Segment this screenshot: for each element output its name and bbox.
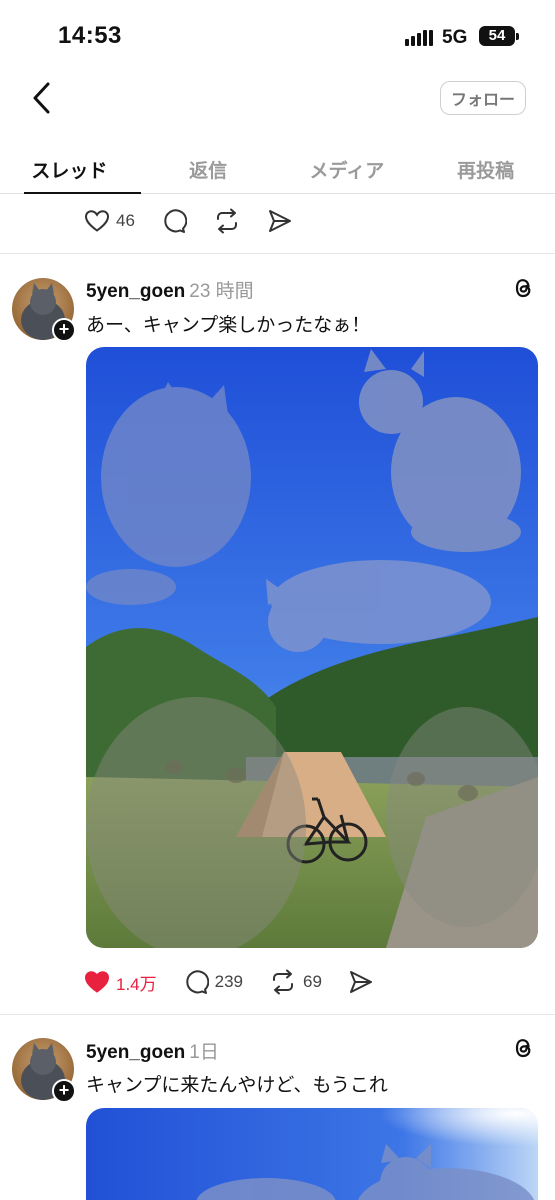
post-time: 1日 [189, 1042, 219, 1063]
like-count: 1.4万 [116, 974, 157, 994]
post-actions: 1.4万 239 69 [84, 968, 400, 996]
status-time: 14:53 [58, 22, 122, 49]
follow-plus-icon[interactable]: + [52, 1079, 76, 1103]
prev-post-actions: 46 [84, 207, 319, 235]
username[interactable]: 5yen_goen [86, 281, 185, 302]
tab-reposts[interactable]: 再投稿 [416, 140, 555, 193]
follow-plus-icon[interactable]: + [52, 318, 76, 342]
heart-filled-icon [84, 971, 110, 993]
reply-count: 239 [214, 972, 244, 991]
like-button[interactable]: 1.4万 [84, 970, 157, 995]
repost-button[interactable] [213, 208, 241, 234]
threads-logo-icon[interactable] [510, 1035, 536, 1061]
post-header: 5yen_goen 1日 [86, 1037, 219, 1064]
heart-icon [84, 210, 110, 232]
like-button[interactable]: 46 [84, 209, 135, 233]
repost-icon [216, 208, 237, 234]
signal-icon [405, 30, 433, 46]
post-header: 5yen_goen 23 時間 [86, 276, 254, 303]
share-button[interactable] [348, 969, 374, 995]
post-image[interactable] [86, 347, 538, 948]
follow-button[interactable]: フォロー [440, 81, 526, 115]
back-chevron-icon[interactable] [28, 80, 58, 116]
post-divider [0, 1014, 555, 1015]
threads-logo-icon[interactable] [510, 275, 536, 301]
tab-replies[interactable]: 返信 [139, 140, 278, 193]
tab-threads[interactable]: スレッド [0, 140, 141, 194]
comment-icon [185, 970, 209, 994]
battery-icon: 54 [479, 26, 519, 46]
repost-count: 69 [303, 972, 322, 991]
post-text: キャンプに来たんやけど、もうこれ [86, 1075, 388, 1096]
sky-cat-image [86, 1108, 538, 1200]
repost-button[interactable]: 69 [269, 969, 322, 995]
share-button[interactable] [267, 208, 293, 234]
share-icon [349, 971, 372, 993]
like-count: 46 [116, 211, 135, 230]
share-icon [268, 210, 291, 232]
username[interactable]: 5yen_goen [86, 1042, 185, 1063]
comment-button[interactable] [161, 208, 187, 234]
post-time: 23 時間 [189, 281, 254, 302]
camp-cats-image [86, 347, 538, 948]
post-image[interactable] [86, 1108, 538, 1200]
network-label: 5G [442, 27, 468, 48]
post-divider [0, 253, 555, 254]
post-text: あー、キャンプ楽しかったなぁ！ [86, 315, 371, 336]
profile-tabs: スレッド 返信 メディア 再投稿 [0, 140, 555, 194]
repost-icon [273, 969, 294, 995]
tab-media[interactable]: メディア [278, 140, 417, 193]
comment-button[interactable]: 239 [183, 969, 243, 995]
comment-icon [164, 209, 187, 233]
status-bar: 14:53 5G 54 [0, 0, 555, 70]
